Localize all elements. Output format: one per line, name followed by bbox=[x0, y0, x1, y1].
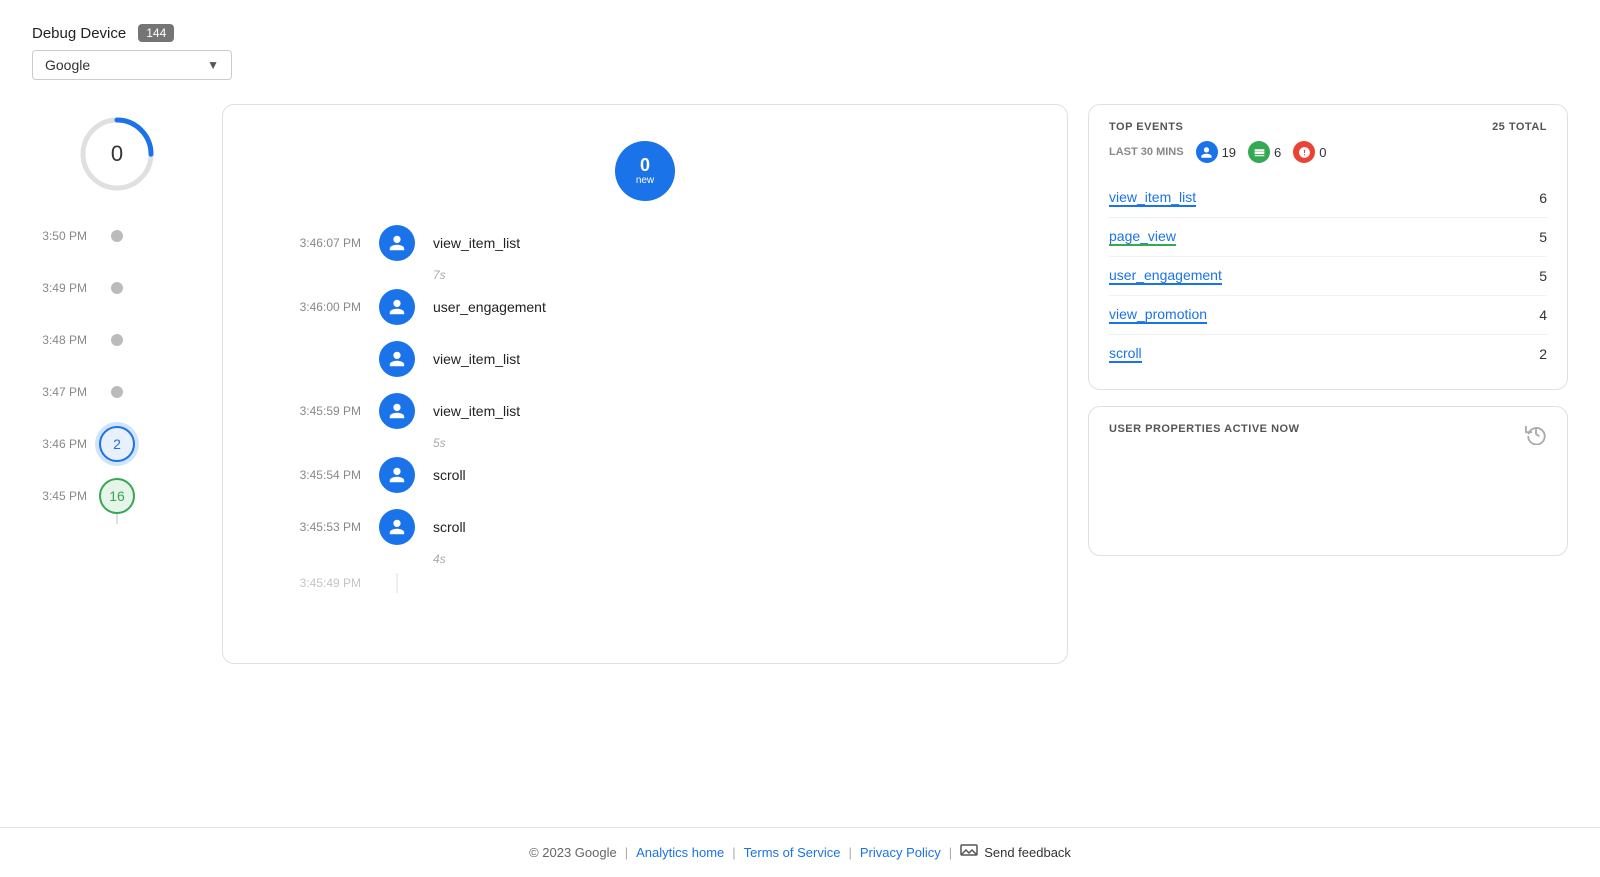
event-stat-name-4[interactable]: view_promotion bbox=[1109, 306, 1207, 324]
event-stat-name-3[interactable]: user_engagement bbox=[1109, 267, 1222, 285]
right-panel: TOP EVENTS 25 TOTAL LAST 30 MINS 19 bbox=[1088, 104, 1568, 556]
time-label-348: 3:48 PM bbox=[32, 333, 87, 347]
event-name-4: view_item_list bbox=[417, 403, 1043, 419]
event-time-2: 3:46:00 PM bbox=[247, 300, 377, 314]
send-feedback-button[interactable]: Send feedback bbox=[960, 844, 1071, 861]
event-icon-3 bbox=[379, 341, 415, 377]
user-properties-card: USER PROPERTIES ACTIVE NOW bbox=[1088, 406, 1568, 556]
gap-label-3: 4s bbox=[417, 552, 1043, 566]
new-events-badge: 0 new bbox=[615, 141, 675, 201]
event-time-7: 3:45:49 PM bbox=[247, 576, 377, 590]
google-dropdown[interactable]: Google ▼ bbox=[32, 50, 232, 80]
top-events-card: TOP EVENTS 25 TOTAL LAST 30 MINS 19 bbox=[1088, 104, 1568, 390]
event-stat-name-5[interactable]: scroll bbox=[1109, 345, 1142, 363]
event-stat-count-3: 5 bbox=[1539, 268, 1547, 284]
event-stat-count-4: 4 bbox=[1539, 307, 1547, 323]
timeline-dot-347 bbox=[111, 386, 123, 398]
event-stat-row-3: user_engagement 5 bbox=[1109, 257, 1547, 296]
top-events-title: TOP EVENTS bbox=[1109, 121, 1183, 133]
event-stats-list: view_item_list 6 page_view 5 user_engage… bbox=[1109, 179, 1547, 373]
orange-count-value: 0 bbox=[1319, 145, 1326, 160]
time-label-350: 3:50 PM bbox=[32, 229, 87, 243]
gap-label-1: 7s bbox=[417, 268, 1043, 282]
privacy-link[interactable]: Privacy Policy bbox=[860, 845, 941, 860]
time-label-346: 3:46 PM bbox=[32, 437, 87, 451]
time-label-345: 3:45 PM bbox=[32, 489, 87, 503]
event-stat-name-1[interactable]: view_item_list bbox=[1109, 189, 1196, 207]
top-circle: 0 bbox=[77, 114, 157, 194]
event-icon-4 bbox=[379, 393, 415, 429]
event-stat-row-2: page_view 5 bbox=[1109, 218, 1547, 257]
timeline-dot-346: 2 bbox=[99, 426, 135, 462]
event-icon-2 bbox=[379, 289, 415, 325]
timeline-dot-345: 16 bbox=[99, 478, 135, 514]
terms-link[interactable]: Terms of Service bbox=[744, 845, 841, 860]
analytics-home-link[interactable]: Analytics home bbox=[636, 845, 724, 860]
time-label-349: 3:49 PM bbox=[32, 281, 87, 295]
orange-icon bbox=[1293, 141, 1315, 163]
left-timeline: 0 3:50 PM 3:49 PM bbox=[32, 104, 202, 522]
event-icon-1 bbox=[379, 225, 415, 261]
event-time-4: 3:45:59 PM bbox=[247, 404, 377, 418]
blue-icon bbox=[1196, 141, 1218, 163]
event-time-5: 3:45:54 PM bbox=[247, 468, 377, 482]
user-props-title: USER PROPERTIES ACTIVE NOW bbox=[1109, 423, 1299, 435]
event-name-5: scroll bbox=[417, 467, 1043, 483]
event-stat-name-2[interactable]: page_view bbox=[1109, 228, 1176, 246]
timeline-dot-349 bbox=[111, 282, 123, 294]
event-icon-5 bbox=[379, 457, 415, 493]
event-time-1: 3:46:07 PM bbox=[247, 236, 377, 250]
event-stat-count-2: 5 bbox=[1539, 229, 1547, 245]
event-stat-count-1: 6 bbox=[1539, 190, 1547, 206]
timeline-dot-348 bbox=[111, 334, 123, 346]
copyright: © 2023 Google bbox=[529, 845, 617, 860]
event-name-1: view_item_list bbox=[417, 235, 1043, 251]
new-badge-number: 0 bbox=[640, 156, 650, 176]
event-name-2: user_engagement bbox=[417, 299, 1043, 315]
chevron-down-icon: ▼ bbox=[207, 58, 219, 72]
top-circle-number: 0 bbox=[111, 141, 123, 167]
event-name-6: scroll bbox=[417, 519, 1043, 535]
green-count: 6 bbox=[1248, 141, 1281, 163]
green-icon bbox=[1248, 141, 1270, 163]
event-name-3: view_item_list bbox=[417, 351, 1043, 367]
orange-count: 0 bbox=[1293, 141, 1326, 163]
event-time-6: 3:45:53 PM bbox=[247, 520, 377, 534]
blue-count-value: 19 bbox=[1222, 145, 1236, 160]
debug-count-badge: 144 bbox=[138, 24, 174, 42]
history-icon[interactable] bbox=[1525, 423, 1547, 451]
footer: © 2023 Google | Analytics home | Terms o… bbox=[0, 827, 1600, 877]
feedback-label: Send feedback bbox=[984, 845, 1071, 860]
feedback-icon bbox=[960, 844, 978, 861]
event-stat-row-5: scroll 2 bbox=[1109, 335, 1547, 373]
dropdown-value: Google bbox=[45, 57, 199, 73]
gap-label-2: 5s bbox=[417, 436, 1043, 450]
event-icon-6 bbox=[379, 509, 415, 545]
event-stat-row-4: view_promotion 4 bbox=[1109, 296, 1547, 335]
timeline-dot-350 bbox=[111, 230, 123, 242]
last30-label: LAST 30 MINS bbox=[1109, 146, 1184, 158]
time-label-347: 3:47 PM bbox=[32, 385, 87, 399]
green-count-value: 6 bbox=[1274, 145, 1281, 160]
debug-device-label: Debug Device bbox=[32, 25, 126, 42]
top-events-total: 25 TOTAL bbox=[1492, 121, 1547, 133]
event-stat-count-5: 2 bbox=[1539, 346, 1547, 362]
event-stat-row-1: view_item_list 6 bbox=[1109, 179, 1547, 218]
new-badge-label: new bbox=[636, 175, 654, 186]
blue-count: 19 bbox=[1196, 141, 1236, 163]
events-panel: 0 new 3:46:07 PM view_item_li bbox=[222, 104, 1068, 664]
